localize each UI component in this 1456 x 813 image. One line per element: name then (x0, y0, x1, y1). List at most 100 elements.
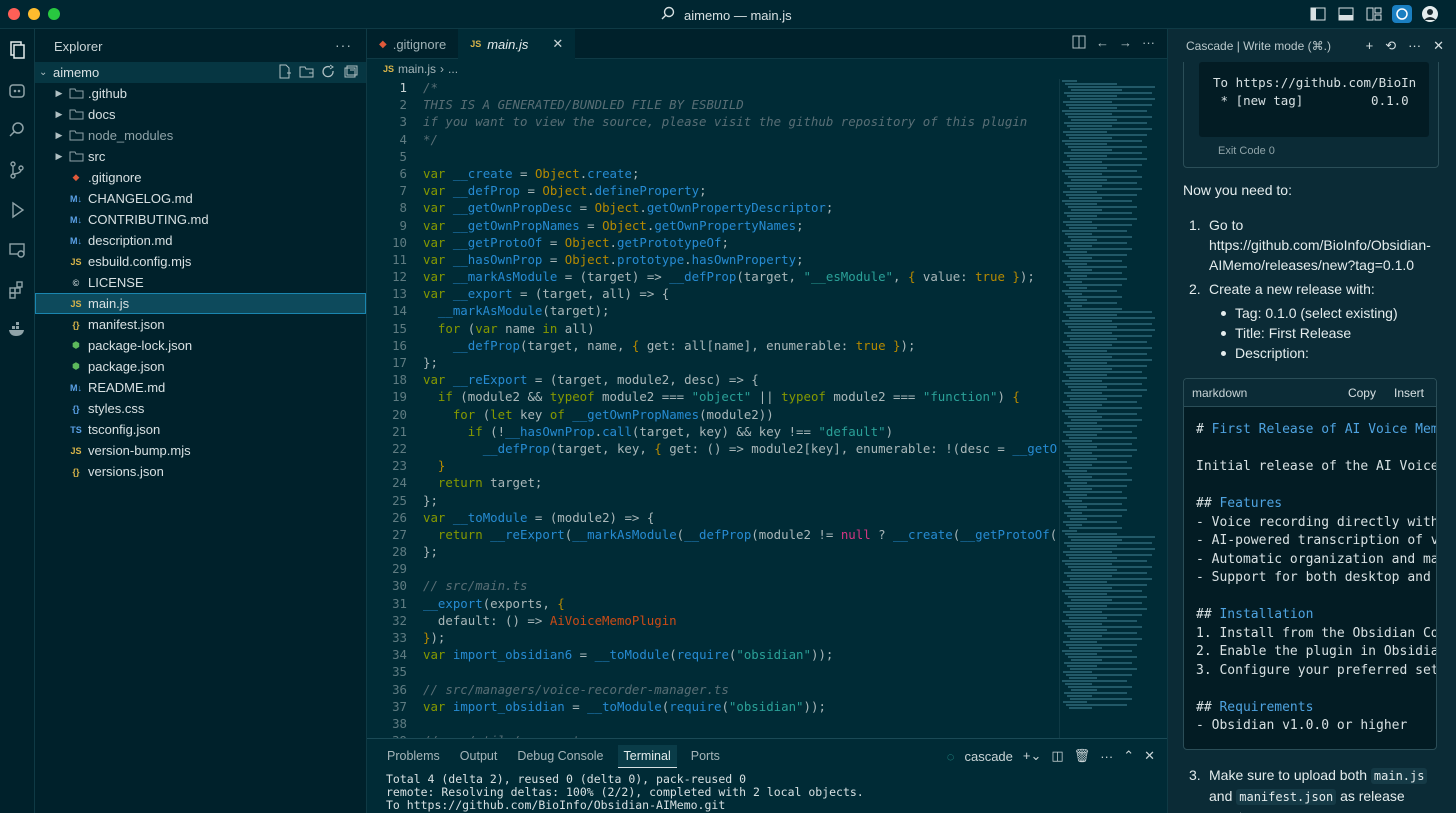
close-window-button[interactable] (8, 8, 20, 20)
file-item[interactable]: M↓ CONTRIBUTING.md (35, 209, 366, 230)
code-block-header: markdown Copy Insert (1184, 379, 1436, 407)
file-item[interactable]: JS main.js (35, 293, 366, 314)
editor-more-icon[interactable]: ··· (1142, 35, 1155, 52)
tab-output[interactable]: Output (454, 745, 504, 767)
minimap-line (1070, 338, 1117, 340)
docker-icon[interactable] (5, 318, 29, 342)
code-block-content[interactable]: # First Release of AI Voice Memo Initial … (1184, 407, 1436, 736)
explorer-sidebar: Explorer ··· ⌄ aimemo ▶ .github ▶ docs ▶ node… (35, 29, 367, 813)
file-item[interactable]: {} versions.json (35, 461, 366, 482)
maximize-window-button[interactable] (48, 8, 60, 20)
new-folder-icon[interactable] (299, 64, 314, 82)
file-item[interactable]: © LICENSE (35, 272, 366, 293)
remote-explorer-icon[interactable] (5, 238, 29, 262)
file-item[interactable]: M↓ description.md (35, 230, 366, 251)
code-editor[interactable]: 1 /* 2 THIS IS A GENERATED/BUNDLED FILE BY … (367, 79, 1057, 741)
file-item[interactable]: M↓ CHANGELOG.md (35, 188, 366, 209)
insert-button[interactable]: Insert (1394, 386, 1424, 400)
add-icon[interactable]: + (1366, 38, 1374, 54)
line-number: 32 (392, 612, 407, 628)
minimap-line (1071, 359, 1152, 361)
terminal-output[interactable]: Total 4 (delta 2), reused 0 (delta 0), p… (367, 773, 1167, 812)
minimap-line (1064, 92, 1152, 94)
go-forward-icon[interactable]: → (1119, 35, 1132, 52)
breadcrumb-symbol[interactable]: ... (448, 62, 458, 76)
copy-button[interactable]: Copy (1348, 386, 1376, 400)
close-tab-icon[interactable]: ✕ (552, 36, 563, 52)
file-item[interactable]: TS tsconfig.json (35, 419, 366, 440)
split-editor-icon[interactable] (1072, 35, 1086, 52)
minimap-line (1062, 320, 1112, 322)
refresh-icon[interactable] (321, 64, 336, 82)
file-item[interactable]: JS esbuild.config.mjs (35, 251, 366, 272)
minimap-line (1064, 212, 1132, 214)
file-item[interactable]: {} manifest.json (35, 314, 366, 335)
tab-ports[interactable]: Ports (685, 745, 726, 767)
run-debug-icon[interactable] (5, 198, 29, 222)
minimap-line (1068, 236, 1132, 238)
project-root[interactable]: ⌄ aimemo (35, 62, 366, 83)
file-item[interactable]: ⬢ package.json (35, 356, 366, 377)
release-link[interactable]: https://github.com/BioInfo/Obsidian-AIMe… (1209, 235, 1439, 275)
folder-item[interactable]: ▶ src (35, 146, 366, 167)
account-avatar[interactable] (1420, 5, 1440, 23)
command-center[interactable]: aimemo — main.js (660, 6, 792, 25)
tab-debug-console[interactable]: Debug Console (511, 745, 609, 767)
minimap-line (1066, 194, 1137, 196)
breadcrumb-file[interactable]: main.js (398, 62, 436, 76)
file-type-icon: ◆ (72, 172, 80, 182)
minimap-line (1062, 200, 1132, 202)
minimap-line (1065, 323, 1152, 325)
panel-more-icon[interactable]: ··· (1100, 749, 1113, 764)
file-item[interactable]: M↓ README.md (35, 377, 366, 398)
code-line: 37 var import_obsidian = __toModule(requi… (367, 698, 1057, 715)
file-item[interactable]: ◆ .gitignore (35, 167, 366, 188)
folder-item[interactable]: ▶ .github (35, 83, 366, 104)
tab-terminal[interactable]: Terminal (617, 744, 677, 768)
new-file-icon[interactable] (277, 64, 292, 82)
tab-gitignore[interactable]: ◆ .gitignore (367, 29, 458, 59)
code-text: var __toModule = (module2) => { (423, 509, 655, 525)
search-icon[interactable] (5, 118, 29, 142)
breadcrumb: JS main.js › ... (367, 59, 1167, 79)
toggle-sidebar-icon[interactable] (1308, 5, 1328, 23)
bottom-panel: Problems Output Debug Console Terminal P… (367, 738, 1167, 813)
close-icon[interactable]: ✕ (1433, 38, 1444, 54)
file-item[interactable]: {} styles.css (35, 398, 366, 419)
toggle-panel-icon[interactable] (1336, 5, 1356, 23)
minimap-line (1071, 179, 1107, 181)
new-terminal-icon[interactable]: +⌄ (1023, 748, 1041, 764)
folder-item[interactable]: ▶ docs (35, 104, 366, 125)
line-number: 10 (392, 234, 407, 250)
file-item[interactable]: ⬢ package-lock.json (35, 335, 366, 356)
tab-problems[interactable]: Problems (381, 745, 446, 767)
layout-icon[interactable] (1364, 5, 1384, 23)
tab-main-js[interactable]: JS main.js ✕ (458, 29, 576, 59)
folder-item[interactable]: ▶ node_modules (35, 125, 366, 146)
file-item[interactable]: JS version-bump.mjs (35, 440, 366, 461)
collapse-all-icon[interactable] (343, 64, 358, 82)
go-back-icon[interactable]: ← (1096, 35, 1109, 52)
minimap-line (1064, 122, 1147, 124)
more-actions-icon[interactable]: ··· (335, 37, 352, 53)
close-panel-icon[interactable]: ✕ (1144, 748, 1155, 764)
code-line: 10 var __getProtoOf = Object.getPrototype… (367, 234, 1057, 251)
history-icon[interactable]: ⟲ (1385, 38, 1396, 54)
maximize-panel-icon[interactable]: ⌃ (1123, 748, 1134, 764)
explorer-icon[interactable] (5, 38, 29, 62)
cascade-panel: Cascade | Write mode (⌘.) + ⟲ ··· ✕ To h… (1167, 29, 1456, 813)
minimap-line (1063, 161, 1102, 163)
code-block-line: - Voice recording directly withi (1196, 514, 1437, 530)
cascade-agent-icon[interactable] (5, 78, 29, 102)
minimap[interactable] (1059, 79, 1155, 741)
minimap-line (1071, 239, 1097, 241)
split-terminal-icon[interactable]: ◫ (1051, 748, 1063, 764)
minimize-window-button[interactable] (28, 8, 40, 20)
cascade-more-icon[interactable]: ··· (1408, 38, 1421, 54)
terminal-name[interactable]: cascade (964, 749, 1012, 764)
trash-icon[interactable]: 🗑 (1074, 748, 1091, 764)
minimap-line (1065, 413, 1137, 415)
cascade-toggle-icon[interactable] (1392, 5, 1412, 23)
extensions-icon[interactable] (5, 278, 29, 302)
source-control-icon[interactable] (5, 158, 29, 182)
